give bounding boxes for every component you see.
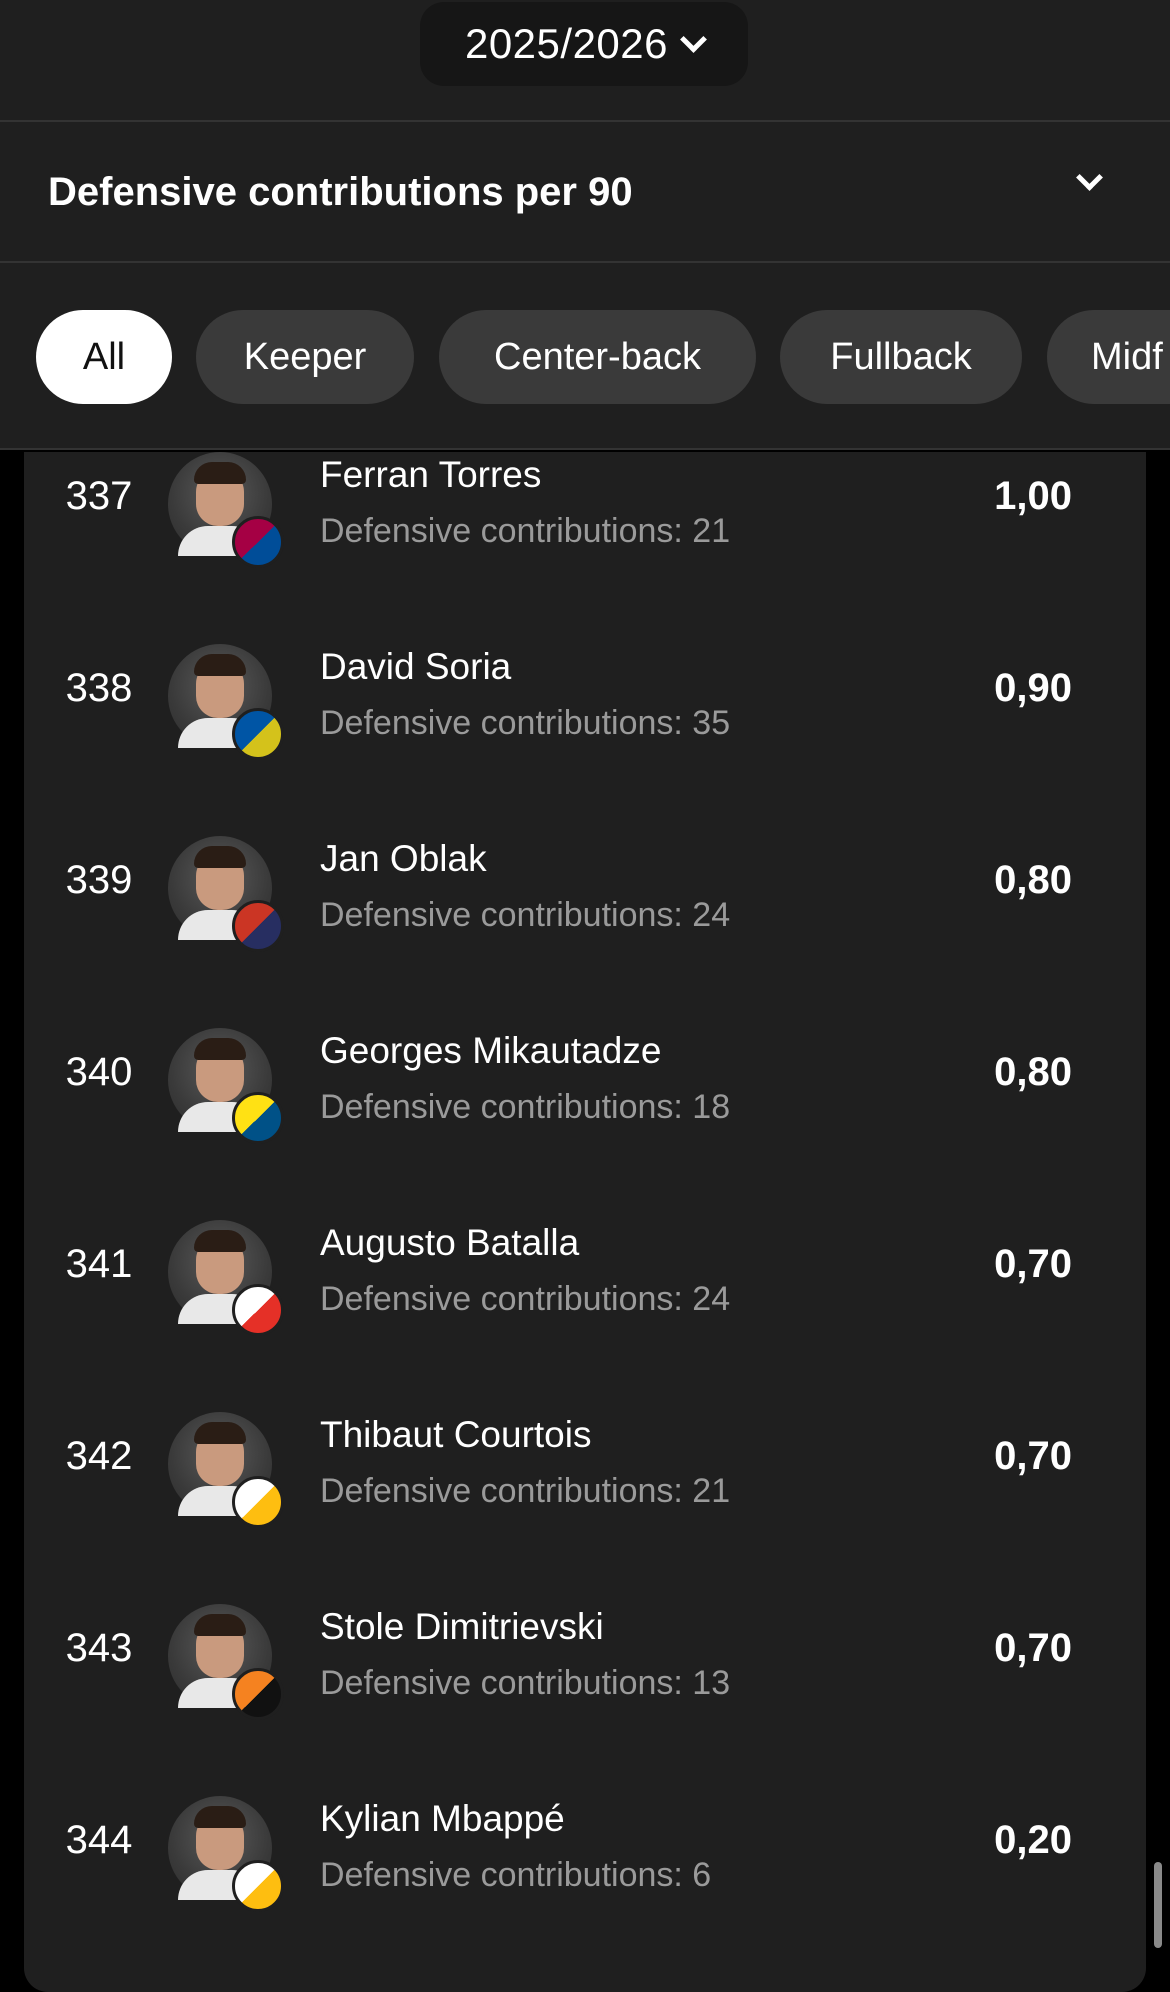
player-stat-value: 0,20 [994, 1818, 1072, 1862]
player-rank: 344 [65, 1818, 133, 1862]
player-row[interactable]: 344 Kylian Mbappé Defensive contributions:… [24, 1748, 1146, 1940]
player-rank: 339 [65, 858, 133, 902]
season-selector[interactable]: 2025/2026 [420, 2, 748, 86]
club-crest-icon [232, 900, 284, 952]
player-rank: 342 [65, 1434, 133, 1478]
player-row[interactable]: 338 David Soria Defensive contributions: 3… [24, 596, 1146, 788]
player-stat-detail: Defensive contributions: 13 [320, 1664, 731, 1702]
player-name: Jan Oblak [320, 838, 487, 879]
position-filter-bar: All Keeper Center-back Fullback Midf [0, 262, 1170, 448]
club-crest-icon [232, 708, 284, 760]
filter-pill-center-back[interactable]: Center-back [439, 310, 756, 404]
player-row[interactable]: 342 Thibaut Courtois Defensive contributio… [24, 1364, 1146, 1556]
player-row[interactable]: 339 Jan Oblak Defensive contributions: 24 0… [24, 788, 1146, 980]
player-name: Georges Mikautadze [320, 1030, 662, 1071]
player-stat-value: 0,80 [994, 1050, 1072, 1094]
player-stat-detail: Defensive contributions: 24 [320, 1280, 731, 1318]
club-crest-icon [232, 1476, 284, 1528]
club-crest-icon [232, 1092, 284, 1144]
player-row[interactable]: 341 Augusto Batalla Defensive contribution… [24, 1172, 1146, 1364]
player-stat-detail: Defensive contributions: 21 [320, 1472, 731, 1510]
filter-pill-midfielder[interactable]: Midf [1047, 310, 1170, 404]
player-stat-detail: Defensive contributions: 21 [320, 512, 731, 550]
chevron-down-icon [680, 25, 707, 53]
header-area: 2025/2026 Defensive contributions per 90… [0, 0, 1170, 450]
player-stat-detail: Defensive contributions: 24 [320, 896, 731, 934]
player-name: Kylian Mbappé [320, 1798, 565, 1839]
player-name: David Soria [320, 646, 512, 687]
player-stat-value: 0,90 [994, 666, 1072, 710]
player-stat-detail: Defensive contributions: 18 [320, 1088, 731, 1126]
season-label: 2025/2026 [464, 20, 669, 67]
divider [0, 120, 1170, 122]
filter-pill-all[interactable]: All [36, 310, 172, 404]
filter-pill-fullback[interactable]: Fullback [780, 310, 1022, 404]
player-name: Thibaut Courtois [320, 1414, 592, 1455]
player-row[interactable]: 337 Ferran Torres Defensive contributions:… [24, 452, 1146, 596]
player-rank: 341 [65, 1242, 133, 1286]
player-stat-value: 0,70 [994, 1242, 1072, 1286]
player-name: Ferran Torres [320, 454, 542, 495]
club-crest-icon [232, 1860, 284, 1912]
player-stat-value: 0,80 [994, 858, 1072, 902]
player-stat-detail: Defensive contributions: 6 [320, 1856, 712, 1894]
player-row[interactable]: 340 Georges Mikautadze Defensive contribut… [24, 980, 1146, 1172]
player-stat-value: 0,70 [994, 1626, 1072, 1670]
filter-pill-keeper[interactable]: Keeper [196, 310, 414, 404]
chevron-down-icon [1076, 164, 1103, 191]
player-name: Stole Dimitrievski [320, 1606, 604, 1647]
player-row[interactable]: 343 Stole Dimitrievski Defensive contribut… [24, 1556, 1146, 1748]
player-stat-detail: Defensive contributions: 35 [320, 704, 731, 742]
player-rank: 338 [65, 666, 133, 710]
club-crest-icon [232, 516, 284, 568]
player-stat-value: 0,70 [994, 1434, 1072, 1478]
metric-title: Defensive contributions per 90 [48, 169, 633, 214]
player-rank: 343 [65, 1626, 133, 1670]
scrollbar[interactable] [1154, 1862, 1162, 1948]
player-list: 337 Ferran Torres Defensive contributions:… [24, 452, 1146, 1992]
player-rank: 337 [65, 474, 133, 518]
player-rank: 340 [65, 1050, 133, 1094]
club-crest-icon [232, 1284, 284, 1336]
divider [0, 448, 1170, 450]
player-name: Augusto Batalla [320, 1222, 580, 1263]
club-crest-icon [232, 1668, 284, 1720]
player-stat-value: 1,00 [994, 474, 1072, 518]
metric-selector[interactable]: Defensive contributions per 90 [0, 124, 1170, 260]
